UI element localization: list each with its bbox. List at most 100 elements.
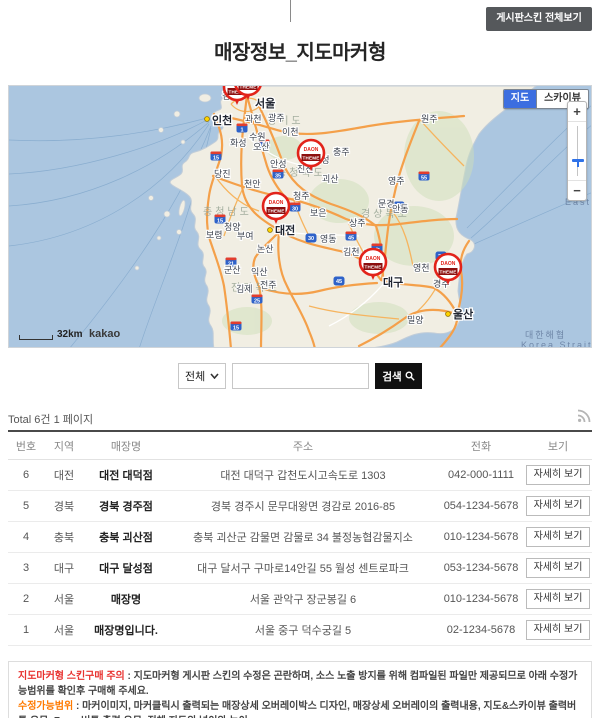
svg-text:김천: 김천 — [343, 246, 360, 257]
svg-text:상주: 상주 — [349, 218, 366, 228]
svg-text:안성: 안성 — [270, 159, 287, 169]
svg-text:군산: 군산 — [224, 265, 241, 275]
total-count: Total 6건 1 페이지 — [8, 411, 93, 427]
col-header-address: 주소 — [168, 438, 438, 454]
cell-no: 3 — [8, 562, 44, 574]
cell-address: 경북 경주시 문무대왕면 경감로 2016-85 — [168, 498, 438, 514]
chevron-down-icon — [210, 373, 219, 379]
svg-text:대전: 대전 — [275, 223, 295, 237]
cell-region: 대구 — [44, 560, 84, 576]
svg-text:논산: 논산 — [257, 244, 274, 254]
search-input[interactable] — [232, 363, 369, 389]
view-detail-button[interactable]: 자세히 보기 — [526, 527, 591, 547]
svg-text:Korea Strait: Korea Strait — [521, 340, 592, 348]
svg-text:THEME: THEME — [302, 155, 319, 160]
svg-text:45: 45 — [348, 236, 354, 242]
search-button-label: 검색 — [382, 369, 401, 384]
map-zoom-control: + − — [567, 101, 587, 201]
svg-text:괴산: 괴산 — [322, 174, 339, 184]
cell-store-name[interactable]: 매장명 — [84, 591, 168, 607]
map-canvas: 경기도 충청남도 충청북도 전라북도 경상북도 1 15 17 35 30 15… — [9, 86, 592, 348]
svg-text:천안: 천안 — [244, 179, 261, 189]
view-detail-button[interactable]: 자세히 보기 — [526, 620, 591, 640]
search-icon — [405, 371, 415, 381]
map-type-map-button[interactable]: 지도 — [504, 90, 536, 108]
svg-text:보령: 보령 — [206, 229, 223, 240]
view-detail-button[interactable]: 자세히 보기 — [526, 589, 591, 609]
search-button[interactable]: 검색 — [375, 363, 422, 389]
view-detail-button[interactable]: 자세히 보기 — [526, 465, 591, 485]
view-detail-button[interactable]: 자세히 보기 — [526, 496, 591, 516]
cell-region: 경북 — [44, 498, 84, 514]
cell-store-name[interactable]: 대전 대덕점 — [84, 467, 168, 483]
cell-store-name[interactable]: 충북 괴산점 — [84, 529, 168, 545]
cell-phone: 010-1234-5678 — [438, 531, 524, 543]
view-all-skins-button[interactable]: 게시판스킨 전체보기 — [486, 7, 592, 31]
svg-text:15: 15 — [233, 326, 239, 332]
store-table: 번호 지역 매장명 주소 전화 보기 6 대전 대전 대덕점 대전 대덕구 갑천… — [8, 430, 592, 646]
zoom-in-button[interactable]: + — [568, 102, 586, 122]
view-detail-button[interactable]: 자세히 보기 — [526, 558, 591, 578]
svg-text:THEME: THEME — [439, 269, 456, 274]
svg-text:대한해협: 대한해협 — [525, 329, 566, 340]
table-row: 5 경북 경북 경주점 경북 경주시 문무대왕면 경감로 2016-85 054… — [8, 491, 592, 522]
cell-store-name[interactable]: 대구 달성점 — [84, 560, 168, 576]
svg-text:25: 25 — [254, 299, 260, 305]
zoom-out-button[interactable]: − — [568, 180, 586, 200]
svg-text:원주: 원주 — [421, 114, 438, 124]
zoom-slider[interactable] — [568, 122, 586, 180]
table-header-row: 번호 지역 매장명 주소 전화 보기 — [8, 432, 592, 460]
cell-phone: 054-1234-5678 — [438, 500, 524, 512]
cell-region: 충북 — [44, 529, 84, 545]
cell-no: 4 — [8, 531, 44, 543]
cell-region: 서울 — [44, 591, 84, 607]
cell-address: 서울 관악구 장군봉길 6 — [168, 591, 438, 607]
svg-text:영동: 영동 — [320, 234, 337, 244]
search-bar: 전체 검색 — [0, 363, 600, 389]
svg-text:DAON: DAON — [304, 147, 319, 153]
svg-text:35: 35 — [275, 174, 281, 180]
table-row: 4 충북 충북 괴산점 충북 괴산군 감물면 감물로 34 불정농협감물지소 0… — [8, 522, 592, 553]
svg-text:보은: 보은 — [310, 208, 327, 218]
svg-text:김제: 김제 — [236, 283, 253, 294]
svg-text:충주: 충주 — [333, 147, 350, 157]
kakao-logo: kakao — [89, 329, 120, 340]
svg-text:15: 15 — [217, 219, 223, 225]
search-filter-select[interactable]: 전체 — [178, 363, 226, 389]
svg-text:과천: 과천 — [245, 114, 262, 124]
svg-text:당진: 당진 — [214, 169, 231, 179]
scale-bar — [19, 335, 53, 340]
top-divider-line — [290, 0, 291, 22]
cell-no: 1 — [8, 624, 44, 636]
svg-text:서울: 서울 — [255, 96, 275, 110]
page-title: 매장정보_지도마커형 — [0, 36, 600, 65]
zoom-slider-handle[interactable] — [572, 159, 584, 162]
col-header-phone: 전화 — [438, 438, 524, 454]
svg-text:30: 30 — [308, 236, 314, 242]
svg-text:청주: 청주 — [293, 191, 310, 201]
cell-phone: 053-1234-5678 — [438, 562, 524, 574]
notice-scope-label: 수정가능범위 — [18, 701, 73, 712]
svg-text:THEME: THEME — [267, 208, 284, 213]
svg-text:수원: 수원 — [249, 132, 266, 142]
col-header-name: 매장명 — [84, 438, 168, 454]
notice-warning-label: 지도마커형 스킨구매 주의 — [18, 671, 125, 682]
cell-store-name[interactable]: 매장명입니다. — [84, 622, 168, 638]
cell-phone: 02-1234-5678 — [438, 624, 524, 636]
svg-text:충청남도: 충청남도 — [203, 206, 252, 218]
svg-text:대구: 대구 — [383, 275, 403, 289]
kakao-map[interactable]: 경기도 충청남도 충청북도 전라북도 경상북도 1 15 17 35 30 15… — [8, 85, 592, 348]
cell-address: 대전 대덕구 갑천도시고속도로 1303 — [168, 467, 438, 483]
scale-label: 32km — [57, 330, 83, 340]
rss-icon[interactable] — [577, 409, 591, 423]
svg-text:익산: 익산 — [251, 266, 268, 277]
cell-no: 2 — [8, 593, 44, 605]
svg-text:영천: 영천 — [413, 263, 430, 273]
notice-line-1: 지도마커형 스킨구매 주의 : 지도마커형 게시판 스킨의 수정은 곤란하며, … — [18, 669, 582, 699]
svg-text:전주: 전주 — [260, 280, 277, 290]
cell-store-name[interactable]: 경북 경주점 — [84, 498, 168, 514]
table-row: 6 대전 대전 대덕점 대전 대덕구 갑천도시고속도로 1303 042-000… — [8, 460, 592, 491]
search-filter-value: 전체 — [185, 368, 205, 384]
cell-no: 6 — [8, 469, 44, 481]
svg-text:오산: 오산 — [253, 142, 270, 152]
